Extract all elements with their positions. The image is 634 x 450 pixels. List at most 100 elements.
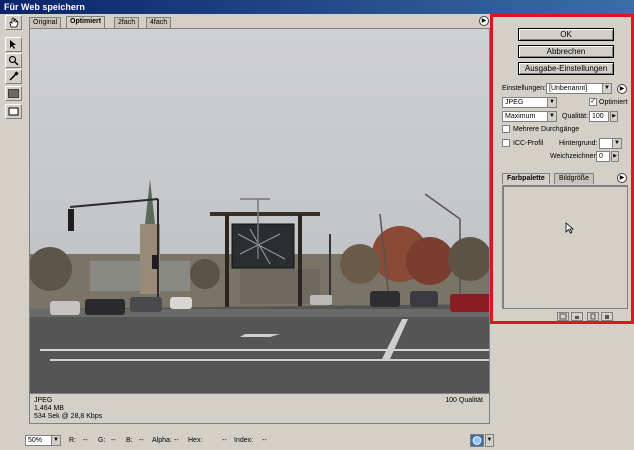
- progressive-label: Mehrere Durchgänge: [513, 126, 580, 133]
- slice-select-tool-icon: [10, 40, 16, 49]
- window-title-bar[interactable]: Für Web speichern: [0, 0, 634, 14]
- slice-select-tool-button[interactable]: [5, 37, 22, 52]
- color-swatch: [8, 89, 19, 98]
- optimized-label: Optimiert: [599, 99, 628, 106]
- red-value: --: [83, 437, 88, 444]
- tab-optimized[interactable]: Optimiert: [66, 16, 106, 28]
- browser-menu-button[interactable]: ▼: [485, 434, 494, 447]
- tab-4up[interactable]: 4fach: [146, 17, 172, 28]
- ok-button[interactable]: OK: [518, 28, 614, 41]
- arrow-right-icon: ▶: [619, 175, 625, 181]
- zoom-tool-button[interactable]: [5, 53, 22, 68]
- snap-to-web-icon: [559, 313, 567, 320]
- tab-color-table[interactable]: Farbpalette: [502, 173, 550, 184]
- green-label: G:: [98, 437, 106, 444]
- blur-input[interactable]: 0: [596, 151, 610, 162]
- window-title: Für Web speichern: [4, 2, 85, 12]
- ok-label: OK: [560, 30, 572, 39]
- eyedropper-tool-button[interactable]: [5, 69, 22, 84]
- toggle-slices-button[interactable]: [5, 104, 22, 119]
- preview-menu-button[interactable]: ▶: [479, 16, 489, 26]
- eyedropper-color-swatch[interactable]: [5, 86, 22, 101]
- blue-label: B:: [126, 437, 133, 444]
- info-size: 1,464 MB: [34, 405, 64, 412]
- quality-level-select[interactable]: Maximum ▼: [502, 111, 557, 122]
- format-value: JPEG: [505, 99, 524, 106]
- icc-profile-checkbox[interactable]: [502, 139, 510, 147]
- hand-tool-button[interactable]: [5, 15, 22, 30]
- tab-original[interactable]: Original: [29, 17, 62, 28]
- quality-label: Qualität:: [562, 113, 589, 120]
- blur-slider-button[interactable]: ▶: [611, 151, 619, 162]
- tab-label: 2fach: [118, 19, 136, 26]
- settings-label: Einstellungen:: [502, 85, 546, 92]
- zoom-select[interactable]: 50% ▼: [25, 435, 61, 446]
- palette-delete-button[interactable]: [601, 312, 613, 321]
- optimized-checkbox[interactable]: ✓: [589, 98, 597, 106]
- progressive-checkbox[interactable]: [502, 125, 510, 133]
- palette-menu-button[interactable]: ▶: [617, 173, 627, 183]
- tab-label: 4fach: [150, 19, 168, 26]
- cancel-label: Abbrechen: [546, 47, 586, 56]
- tab-label: Optimiert: [70, 18, 102, 25]
- tab-label: Bildgröße: [559, 175, 589, 182]
- color-table[interactable]: [502, 185, 628, 309]
- trash-icon: [605, 315, 609, 319]
- hex-value: --: [222, 437, 227, 444]
- blur-value: 0: [599, 153, 603, 160]
- format-select[interactable]: JPEG ▼: [502, 97, 557, 108]
- arrow-right-icon: ▶: [481, 18, 487, 24]
- background-label: Hintergrund:: [559, 140, 598, 147]
- info-quality: 100 Qualität: [445, 397, 483, 404]
- output-settings-button[interactable]: Ausgabe-Einstellungen: [518, 62, 614, 75]
- alpha-value: --: [174, 437, 179, 444]
- zoom-value: 50%: [28, 437, 43, 444]
- quality-input[interactable]: 100: [589, 111, 609, 122]
- cancel-button[interactable]: Abbrechen: [518, 45, 614, 58]
- chevron-down-icon: ▼: [486, 437, 493, 443]
- index-label: Index:: [234, 437, 254, 444]
- blue-value: --: [139, 437, 144, 444]
- background-select[interactable]: ▼: [599, 138, 622, 149]
- chevron-down-icon: ▼: [51, 436, 60, 445]
- info-format: JPEG: [34, 397, 53, 404]
- preview-in-browser-button[interactable]: [470, 434, 484, 447]
- chevron-down-icon: ▼: [547, 98, 556, 107]
- browser-globe-icon: [472, 436, 482, 445]
- green-value: --: [111, 437, 116, 444]
- palette-lock-button[interactable]: [571, 312, 583, 321]
- image-preview[interactable]: [29, 28, 490, 394]
- red-label: R:: [69, 437, 76, 444]
- output-settings-label: Ausgabe-Einstellungen: [524, 64, 608, 73]
- preset-select[interactable]: [Unbenannt] ▼: [546, 83, 612, 94]
- quality-value: 100: [592, 113, 604, 120]
- index-value: --: [262, 437, 267, 444]
- arrow-right-icon: ▶: [612, 113, 616, 119]
- quality-level-value: Maximum: [505, 113, 536, 120]
- chevron-down-icon: ▼: [612, 139, 621, 148]
- tab-label: Farbpalette: [507, 175, 545, 182]
- tab-2up[interactable]: 2fach: [114, 17, 140, 28]
- settings-menu-button[interactable]: ▶: [617, 84, 627, 94]
- lock-icon: [575, 316, 579, 319]
- tab-image-size[interactable]: Bildgröße: [554, 173, 594, 184]
- mouse-cursor-icon: [565, 222, 575, 234]
- optimization-info: JPEG 1,464 MB 534 Sek @ 28,8 Kbps 100 Qu…: [29, 394, 490, 424]
- status-bar: 50% ▼ R: -- G: -- B: -- Alpha: -- Hex: -…: [0, 432, 634, 450]
- street-photo: [30, 29, 489, 393]
- slice-visibility-icon: [8, 107, 19, 116]
- palette-new-button[interactable]: [587, 312, 599, 321]
- icc-profile-label: ICC-Profil: [513, 140, 544, 147]
- blur-label: Weichzeichnen:: [550, 153, 600, 160]
- chevron-down-icon: ▼: [547, 112, 556, 121]
- zoom-tool-icon: [8, 55, 19, 66]
- alpha-label: Alpha:: [152, 437, 172, 444]
- info-download-time: 534 Sek @ 28,8 Kbps: [34, 413, 103, 420]
- new-color-icon: [590, 313, 596, 320]
- quality-slider-button[interactable]: ▶: [610, 111, 618, 122]
- arrow-right-icon: ▶: [613, 153, 617, 159]
- check-icon: ✓: [590, 98, 596, 105]
- chevron-down-icon: ▼: [602, 84, 611, 93]
- palette-snap-button[interactable]: [557, 312, 569, 321]
- preset-value: [Unbenannt]: [549, 85, 588, 92]
